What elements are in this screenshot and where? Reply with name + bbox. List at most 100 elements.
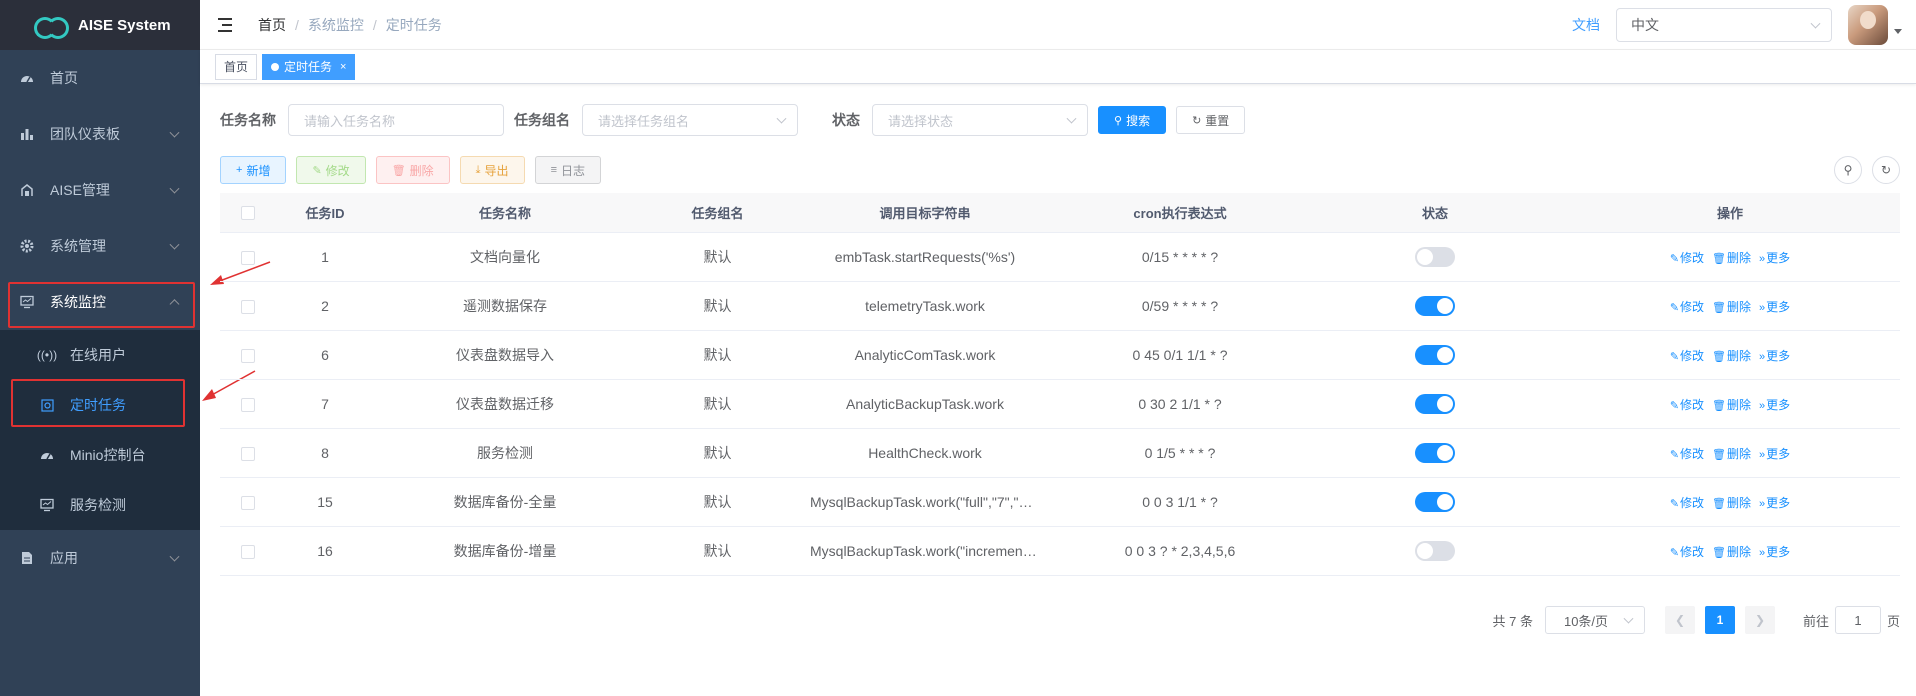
row-select [220, 494, 275, 511]
sidebar-item-service-check[interactable]: 服务检测 [0, 480, 200, 530]
header-cell: 任务名称 [478, 206, 531, 221]
task-group-cell: 默认 [703, 396, 732, 412]
row-delete-button[interactable]: 🗑删除 [1712, 349, 1751, 363]
sidebar-item-aise-management[interactable]: AISE管理 [0, 162, 200, 218]
tag-label: 定时任务 [284, 59, 333, 74]
status-switch[interactable] [1415, 345, 1455, 365]
close-icon[interactable]: × [340, 55, 346, 79]
log-button[interactable]: ≡ 日志 [534, 156, 601, 184]
plus-icon: + [236, 164, 243, 176]
caret-down-icon[interactable] [1894, 28, 1902, 34]
task-name-input[interactable]: 请输入任务名称 [288, 104, 504, 136]
row-edit-button[interactable]: ✎修改 [1670, 398, 1704, 412]
row-delete-button[interactable]: 🗑删除 [1712, 251, 1751, 265]
status-select[interactable]: 请选择状态 [872, 104, 1088, 136]
goto-page-input[interactable]: 1 [1834, 606, 1881, 634]
sidebar-item-online-users[interactable]: ((•)) 在线用户 [0, 330, 200, 380]
dashboard-icon [40, 448, 54, 462]
status-switch[interactable] [1415, 247, 1455, 267]
invoke-target-cell: AnalyticBackupTask.work [846, 396, 1004, 412]
breadcrumb-home[interactable]: 首页 [258, 15, 286, 35]
status-switch[interactable] [1415, 492, 1455, 512]
sidebar-item-home[interactable]: 首页 [0, 50, 200, 106]
sidebar-item-system-management[interactable]: 系统管理 [0, 218, 200, 274]
search-button[interactable]: ⚲ 搜索 [1098, 106, 1167, 134]
header-cell: 操作 [1716, 206, 1743, 221]
sidebar-item-apps[interactable]: 应用 [0, 530, 200, 586]
row-more-button[interactable]: »更多 [1759, 496, 1790, 510]
row-edit-label: 修改 [1680, 299, 1705, 314]
chevron-down-icon [1066, 113, 1077, 124]
row-more-button[interactable]: »更多 [1759, 398, 1790, 412]
trash-icon: 🗑 [391, 164, 406, 177]
chevron-down-icon [1623, 613, 1634, 624]
row-checkbox[interactable] [240, 496, 255, 511]
header-select [220, 205, 275, 221]
row-edit-button[interactable]: ✎修改 [1670, 300, 1704, 314]
row-checkbox[interactable] [240, 251, 255, 266]
page-number-button[interactable]: 1 [1704, 606, 1735, 634]
row-more-label: 更多 [1766, 544, 1791, 559]
row-delete-button[interactable]: 🗑删除 [1712, 398, 1751, 412]
status-switch[interactable] [1415, 443, 1455, 463]
status-switch[interactable] [1415, 394, 1455, 414]
task-group-cell: 默认 [703, 298, 732, 314]
row-edit-button[interactable]: ✎修改 [1670, 349, 1704, 363]
row-delete-button[interactable]: 🗑删除 [1712, 300, 1751, 314]
row-edit-button[interactable]: ✎修改 [1670, 496, 1704, 510]
export-button[interactable]: ⤓ 导出 [459, 156, 525, 184]
add-button[interactable]: + 新增 [220, 156, 287, 184]
toggle-search-button[interactable]: ⚲ [1834, 156, 1862, 184]
docs-link[interactable]: 文档 [1572, 15, 1600, 35]
row-delete-button[interactable]: 🗑删除 [1712, 496, 1751, 510]
row-more-button[interactable]: »更多 [1759, 251, 1790, 265]
status-switch[interactable] [1415, 541, 1455, 561]
row-delete-button[interactable]: 🗑删除 [1712, 545, 1751, 559]
row-edit-label: 修改 [1680, 348, 1705, 363]
row-checkbox[interactable] [240, 545, 255, 560]
refresh-button[interactable]: ↻ [1872, 156, 1900, 184]
tag-scheduled-tasks[interactable]: 定时任务 × [262, 53, 356, 80]
search-button-label: 搜索 [1126, 113, 1151, 128]
delete-button[interactable]: 🗑 删除 [375, 156, 450, 184]
export-button-label: 导出 [484, 163, 509, 178]
breadcrumb-separator: / [372, 16, 377, 33]
sidebar-item-scheduled-tasks[interactable]: 定时任务 [0, 380, 200, 430]
prev-page-button[interactable]: ❮ [1664, 606, 1695, 634]
row-more-button[interactable]: »更多 [1759, 349, 1790, 363]
sidebar-item-minio-console[interactable]: Minio控制台 [0, 430, 200, 480]
actions-cell: ✎修改 🗑删除 »更多 [1560, 347, 1900, 364]
row-checkbox[interactable] [240, 349, 255, 364]
row-more-button[interactable]: »更多 [1759, 447, 1790, 461]
select-all-checkbox[interactable] [240, 206, 255, 221]
table-header: 任务ID 任务名称 任务组名 调用目标字符串 cron执行表达式 状态 操作 [220, 193, 1900, 233]
status-switch[interactable] [1415, 296, 1455, 316]
tag-home[interactable]: 首页 [215, 53, 258, 80]
row-edit-button[interactable]: ✎修改 [1670, 251, 1704, 265]
table-row: 2 遥测数据保存 默认 telemetryTask.work 0/59 * * * * … [220, 282, 1900, 331]
edit-button[interactable]: ✎ 修改 [296, 156, 366, 184]
row-checkbox[interactable] [240, 300, 255, 315]
row-checkbox[interactable] [240, 398, 255, 413]
row-more-button[interactable]: »更多 [1759, 300, 1790, 314]
logo[interactable]: AISE System [0, 0, 200, 50]
sidebar-item-label: AISE管理 [50, 182, 110, 198]
task-group-select[interactable]: 请选择任务组名 [582, 104, 798, 136]
row-edit-button[interactable]: ✎修改 [1670, 545, 1704, 559]
language-select[interactable]: 中文 [1616, 8, 1832, 42]
row-select [220, 298, 275, 315]
hamburger-icon[interactable] [218, 17, 234, 32]
sidebar-item-system-monitor[interactable]: 系统监控 [0, 274, 200, 330]
page-size-select[interactable]: 10条/页 [1544, 606, 1645, 634]
reset-button[interactable]: ↻ 重置 [1176, 106, 1246, 134]
row-checkbox[interactable] [240, 447, 255, 462]
sidebar-item-team-dashboard[interactable]: 团队仪表板 [0, 106, 200, 162]
row-delete-button[interactable]: 🗑删除 [1712, 447, 1751, 461]
jobs-table: 任务ID 任务名称 任务组名 调用目标字符串 cron执行表达式 状态 操作 1… [220, 193, 1900, 576]
next-page-button[interactable]: ❯ [1744, 606, 1775, 634]
trash-icon: 🗑 [1712, 350, 1727, 363]
row-more-button[interactable]: »更多 [1759, 545, 1790, 559]
row-edit-button[interactable]: ✎修改 [1670, 447, 1704, 461]
avatar[interactable] [1848, 5, 1888, 45]
actions-cell: ✎修改 🗑删除 »更多 [1560, 298, 1900, 315]
